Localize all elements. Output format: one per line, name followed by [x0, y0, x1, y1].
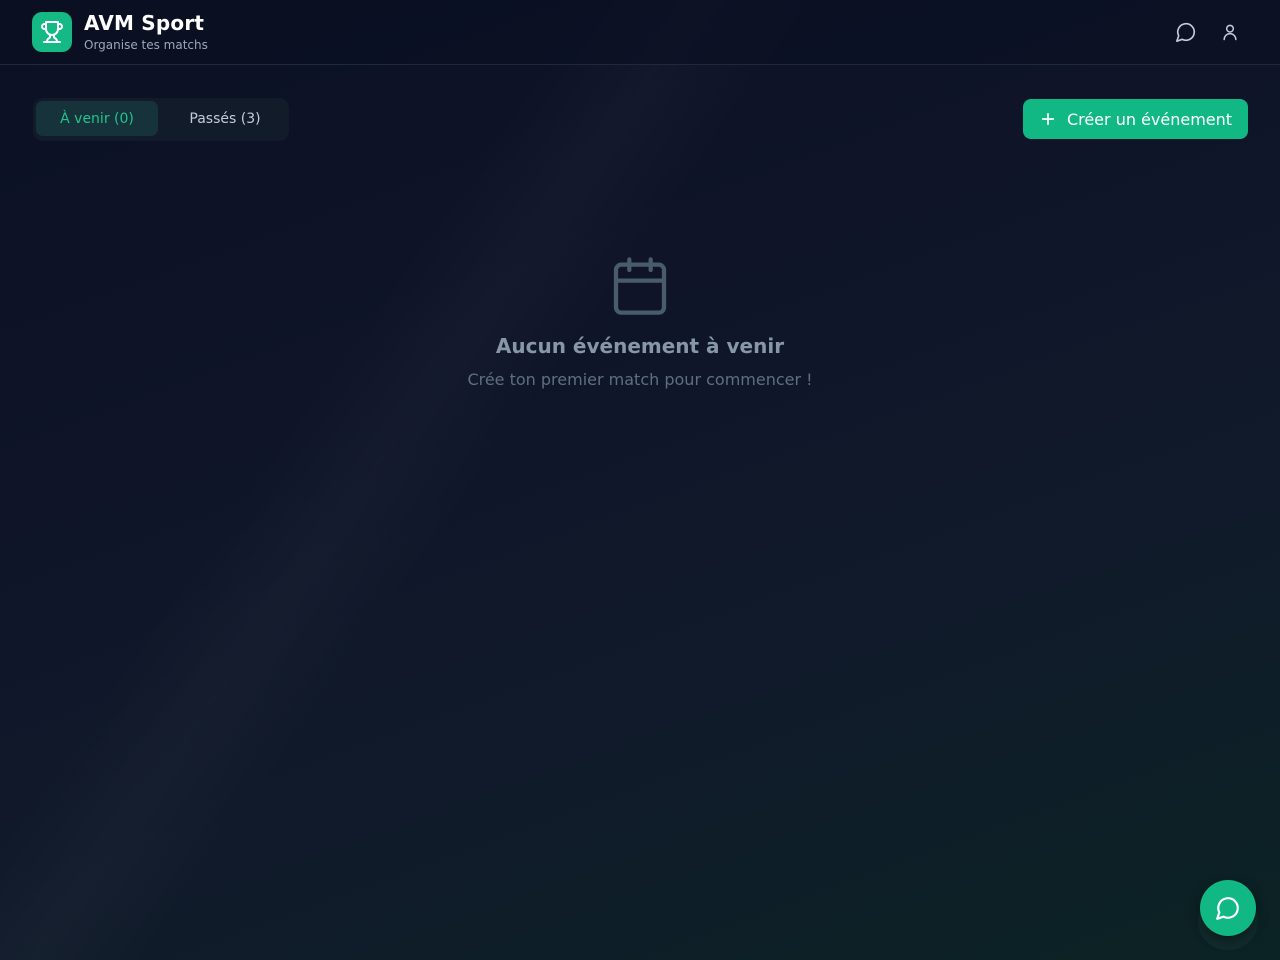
tab-past[interactable]: Passés (3) [167, 101, 283, 136]
messages-button[interactable] [1174, 20, 1198, 44]
create-event-button[interactable]: Créer un événement [1023, 99, 1248, 139]
trophy-icon [41, 21, 63, 43]
create-event-label: Créer un événement [1066, 109, 1233, 129]
top-bar: AVM Sport Organise tes matchs [0, 0, 1280, 65]
background-glow [0, 0, 1280, 960]
event-tabs: À venir (0) Passés (3) [33, 98, 289, 141]
user-icon [1223, 24, 1237, 41]
empty-state-illustration [608, 254, 672, 318]
app-title: AVM Sport [84, 11, 205, 35]
app-subtitle: Organise tes matchs [84, 38, 208, 52]
chat-fab-button[interactable] [1200, 880, 1256, 936]
calendar-icon [613, 257, 667, 315]
empty-state-subtitle: Crée ton premier match pour commencer ! [467, 370, 813, 389]
plus-icon [1041, 112, 1055, 126]
message-circle-icon [1176, 22, 1196, 42]
message-circle-icon [1216, 897, 1239, 920]
empty-state-title: Aucun événement à venir [495, 334, 785, 358]
profile-button[interactable] [1218, 20, 1242, 44]
tab-upcoming[interactable]: À venir (0) [36, 101, 158, 136]
app-logo [32, 12, 72, 52]
